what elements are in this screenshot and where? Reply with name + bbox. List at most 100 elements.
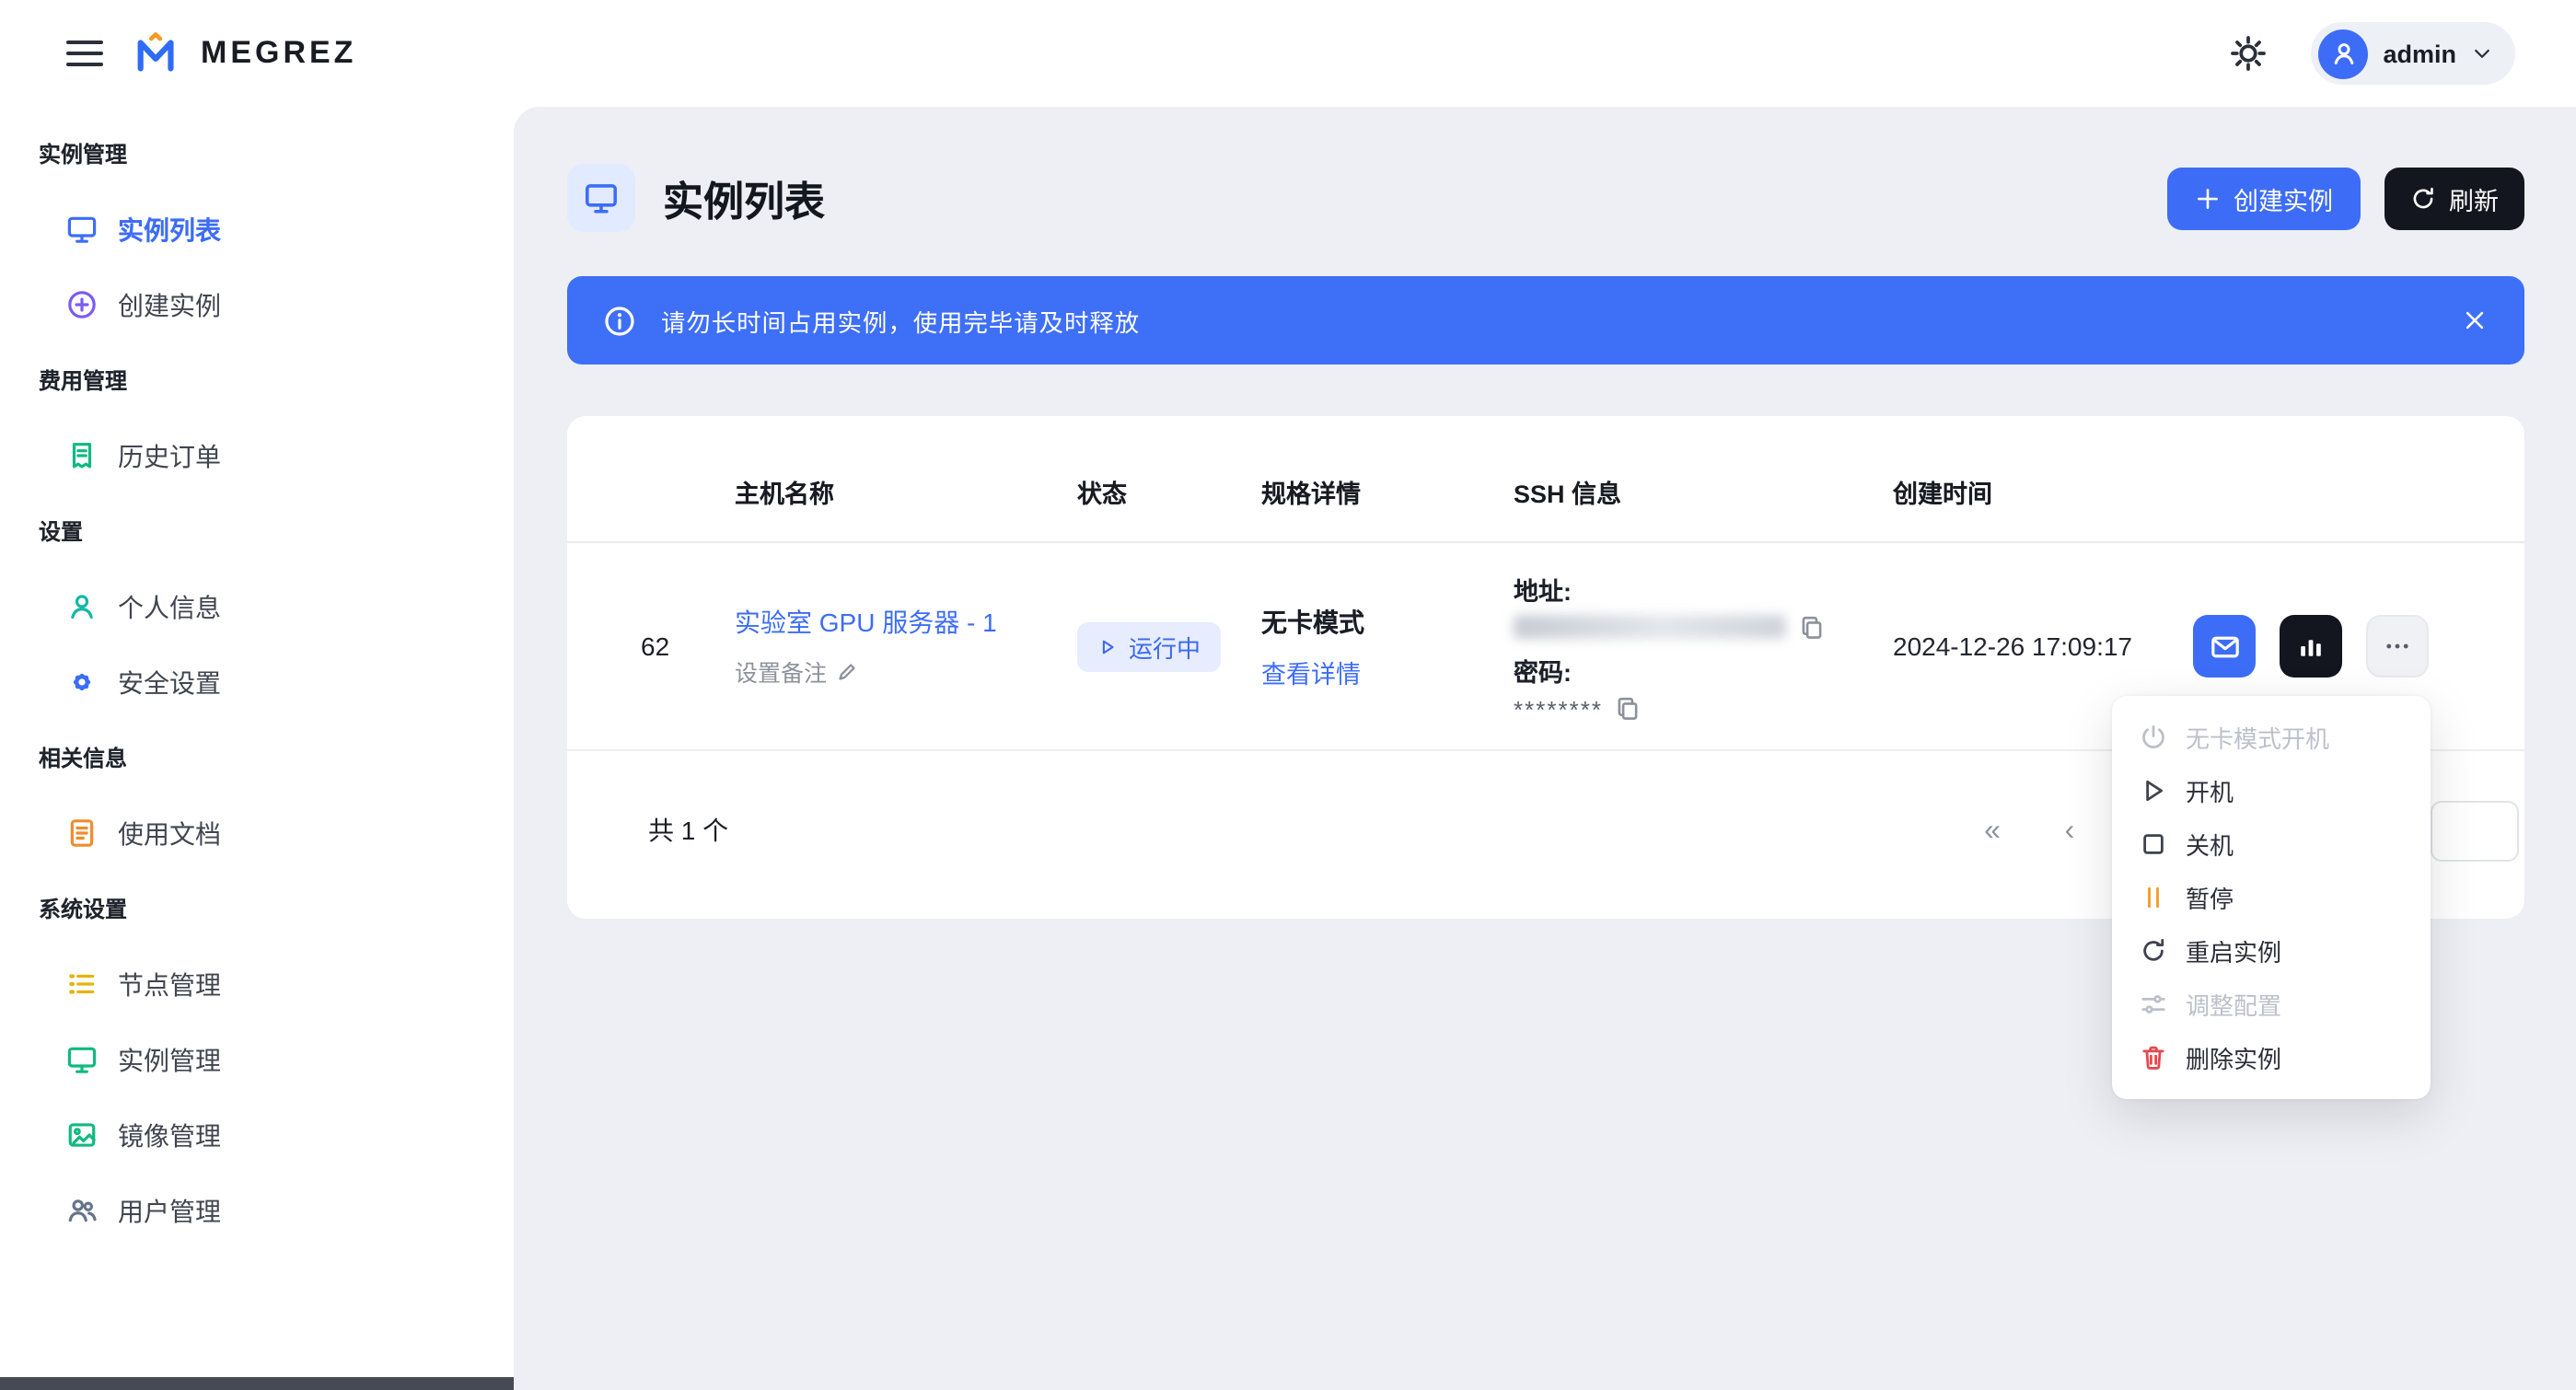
copy-password-icon[interactable] — [1616, 696, 1642, 722]
refresh-button[interactable]: 刷新 — [2385, 167, 2524, 229]
sidebar-item-create-instance[interactable]: 创建实例 — [0, 267, 514, 342]
plus-circle-icon — [66, 289, 98, 320]
ssh-password-label: 密码: — [1514, 651, 1893, 688]
row-id: 62 — [567, 631, 735, 661]
spec-mode: 无卡模式 — [1261, 603, 1514, 640]
sidebar-item-instance-list[interactable]: 实例列表 — [0, 191, 514, 267]
main-area: 实例列表 创建实例 刷新 — [514, 107, 2576, 1390]
sidebar-item-docs[interactable]: 使用文档 — [0, 795, 514, 871]
total-count: 共 1 个 — [648, 812, 728, 849]
menu-item-pause[interactable]: 暂停 — [2112, 871, 2431, 924]
menu-item-nocard-boot[interactable]: 无卡模式开机 — [2112, 711, 2431, 764]
banner-text: 请勿长时间占用实例，使用完毕请及时释放 — [661, 303, 1140, 338]
pagination-first-button[interactable]: « — [1963, 803, 2022, 862]
info-icon — [604, 305, 635, 336]
page-size-select[interactable] — [2431, 801, 2519, 862]
bar-chart-icon — [2296, 631, 2326, 661]
monitor-stats-button[interactable] — [2280, 615, 2342, 678]
menu-item-shutdown[interactable]: 关机 — [2112, 817, 2431, 871]
plus-icon — [2195, 185, 2221, 211]
envelope-icon — [2209, 631, 2240, 662]
sidebar-item-image-management[interactable]: 镜像管理 — [0, 1097, 514, 1173]
page-header: 实例列表 创建实例 刷新 — [567, 164, 2524, 232]
sidebar-item-user-management[interactable]: 用户管理 — [0, 1173, 514, 1248]
sidebar-item-security-settings[interactable]: 安全设置 — [0, 644, 514, 720]
col-ssh: SSH 信息 — [1514, 473, 1893, 510]
monitor-icon — [66, 214, 98, 245]
gear-icon — [66, 666, 98, 698]
sidebar-section-billing: 费用管理 — [0, 342, 514, 418]
table-header-row: 主机名称 状态 规格详情 SSH 信息 创建时间 — [567, 442, 2524, 543]
sidebar-section-instance-mgmt: 实例管理 — [0, 116, 514, 191]
status-badge: 运行中 — [1077, 621, 1221, 671]
col-created: 创建时间 — [1893, 473, 2193, 510]
sidebar-bottom-bar — [0, 1377, 514, 1390]
monitor-icon — [66, 1044, 98, 1075]
hostname-cell: 实验室 GPU 服务器 - 1 设置备注 — [735, 604, 1077, 689]
sidebar-section-info: 相关信息 — [0, 720, 514, 795]
avatar-icon — [2318, 29, 2368, 78]
created-time: 2024-12-26 17:09:17 — [1893, 631, 2193, 661]
trash-icon — [2140, 1044, 2167, 1071]
brand-name: MEGREZ — [201, 35, 356, 72]
brand-logo-icon — [133, 29, 182, 78]
user-name: admin — [2383, 40, 2456, 67]
power-icon — [2140, 724, 2167, 751]
page-title-icon-box — [567, 164, 635, 232]
sidebar-section-system: 系统设置 — [0, 871, 514, 946]
chevron-down-icon — [2471, 42, 2493, 64]
row-actions — [2193, 615, 2524, 678]
ellipsis-icon — [2383, 631, 2412, 661]
menu-item-adjust-config[interactable]: 调整配置 — [2112, 978, 2431, 1031]
pagination-prev-button[interactable]: ‹ — [2040, 803, 2099, 862]
restart-icon — [2140, 937, 2167, 965]
ssh-address-redacted — [1514, 615, 1786, 639]
pause-icon — [2140, 884, 2167, 911]
spec-cell: 无卡模式 查看详情 — [1261, 603, 1514, 689]
monitor-icon — [584, 180, 619, 215]
topbar: MEGREZ admin — [0, 0, 2576, 107]
person-icon — [66, 591, 98, 622]
topbar-right: admin — [2230, 22, 2515, 85]
sidebar-section-settings: 设置 — [0, 493, 514, 569]
play-icon — [1097, 636, 1118, 656]
banner-close-icon[interactable] — [2462, 307, 2488, 333]
sliders-icon — [2140, 990, 2167, 1018]
set-note-link[interactable]: 设置备注 — [735, 654, 1077, 689]
sidebar-item-instance-admin[interactable]: 实例管理 — [0, 1022, 514, 1097]
instance-name-link[interactable]: 实验室 GPU 服务器 - 1 — [735, 604, 1077, 641]
status-cell: 运行中 — [1077, 621, 1261, 671]
users-icon — [66, 1195, 98, 1226]
receipt-icon — [66, 440, 98, 471]
col-status: 状态 — [1077, 473, 1261, 510]
col-spec: 规格详情 — [1261, 473, 1514, 510]
sidebar-item-profile[interactable]: 个人信息 — [0, 569, 514, 644]
refresh-icon — [2410, 185, 2436, 211]
app-root: MEGREZ admin 实例管理 — [0, 0, 2576, 1390]
pencil-icon — [836, 660, 858, 682]
instance-actions-menu: 无卡模式开机 开机 关机 暂停 重启实例 — [2112, 696, 2431, 1099]
menu-item-delete-instance[interactable]: 删除实例 — [2112, 1031, 2431, 1084]
image-icon — [66, 1119, 98, 1151]
spec-details-link[interactable]: 查看详情 — [1261, 653, 1514, 689]
sidebar-item-order-history[interactable]: 历史订单 — [0, 418, 514, 493]
info-banner: 请勿长时间占用实例，使用完毕请及时释放 — [567, 276, 2524, 365]
create-instance-button[interactable]: 创建实例 — [2167, 167, 2361, 229]
play-icon — [2140, 777, 2167, 805]
ssh-address-label: 地址: — [1514, 570, 1893, 607]
sidebar: 实例管理 实例列表 创建实例 费用管理 历史订单 设置 个人信息 — [0, 107, 514, 1390]
menu-item-restart[interactable]: 重启实例 — [2112, 924, 2431, 978]
list-icon — [66, 968, 98, 1000]
document-icon — [66, 817, 98, 849]
ssh-cell: 地址: 密码: ******** — [1514, 570, 1893, 723]
menu-item-power-on[interactable]: 开机 — [2112, 764, 2431, 817]
user-menu[interactable]: admin — [2311, 22, 2515, 85]
copy-address-icon[interactable] — [1799, 614, 1825, 640]
sidebar-item-node-management[interactable]: 节点管理 — [0, 946, 514, 1022]
mail-action-button[interactable] — [2193, 615, 2256, 678]
col-hostname: 主机名称 — [735, 473, 1077, 510]
stop-icon — [2140, 830, 2167, 858]
more-actions-button[interactable] — [2366, 615, 2429, 678]
menu-toggle-icon[interactable] — [66, 41, 103, 66]
theme-toggle-icon[interactable] — [2230, 35, 2267, 72]
